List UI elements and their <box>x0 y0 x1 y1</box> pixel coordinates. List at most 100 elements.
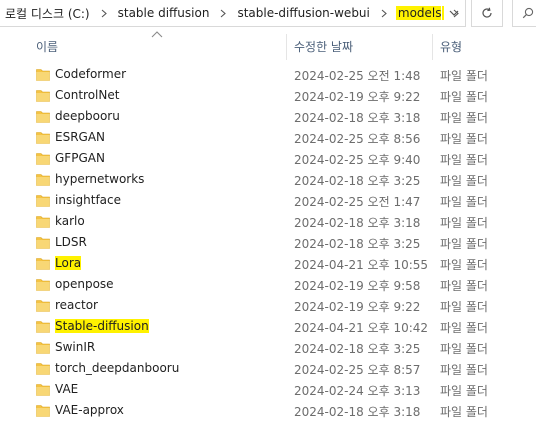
file-name[interactable]: LDSR <box>55 235 87 249</box>
file-name[interactable]: Lora <box>55 256 82 270</box>
file-type: 파일 폴더 <box>440 111 488 125</box>
file-date: 2024-02-18 오후 3:25 <box>294 342 421 356</box>
column-header-type[interactable]: 유형 <box>440 30 536 62</box>
folder-icon <box>36 174 50 186</box>
file-type: 파일 폴더 <box>440 90 488 104</box>
folder-icon <box>36 363 50 375</box>
file-row[interactable]: VAE 2024-02-24 오후 3:13 파일 폴더 <box>0 380 536 401</box>
file-name[interactable]: Codeformer <box>55 67 126 81</box>
file-row[interactable]: reactor 2024-02-19 오후 9:22 파일 폴더 <box>0 296 536 317</box>
file-row[interactable]: ControlNet 2024-02-19 오후 9:22 파일 폴더 <box>0 86 536 107</box>
file-type: 파일 폴더 <box>440 237 488 251</box>
folder-icon <box>36 300 50 312</box>
file-type: 파일 폴더 <box>440 258 488 272</box>
file-name[interactable]: deepbooru <box>55 109 120 123</box>
search-icon <box>522 7 533 19</box>
file-row[interactable]: insightface 2024-02-25 오전 1:47 파일 폴더 <box>0 191 536 212</box>
file-name[interactable]: GFPGAN <box>55 151 105 165</box>
file-date: 2024-02-19 오후 9:58 <box>294 279 421 293</box>
breadcrumb-separator-chevron-icon[interactable] <box>215 5 231 21</box>
file-row[interactable]: hypernetworks 2024-02-18 오후 3:25 파일 폴더 <box>0 170 536 191</box>
address-history-dropdown[interactable] <box>441 0 465 26</box>
file-name[interactable]: hypernetworks <box>55 172 144 186</box>
file-date: 2024-04-21 오후 10:55 <box>294 258 429 272</box>
file-date: 2024-02-18 오후 3:18 <box>294 111 421 125</box>
file-type: 파일 폴더 <box>440 174 488 188</box>
file-type: 파일 폴더 <box>440 342 488 356</box>
breadcrumb-item[interactable]: models <box>395 6 444 20</box>
column-divider[interactable] <box>432 34 433 60</box>
file-type: 파일 폴더 <box>440 384 488 398</box>
file-row[interactable]: ESRGAN 2024-02-25 오후 8:56 파일 폴더 <box>0 128 536 149</box>
breadcrumb-item[interactable]: 로컬 디스크 (C:) <box>3 5 92 22</box>
file-name[interactable]: insightface <box>55 193 121 207</box>
file-type: 파일 폴더 <box>440 216 488 230</box>
file-row[interactable]: deepbooru 2024-02-18 오후 3:18 파일 폴더 <box>0 107 536 128</box>
file-row[interactable]: torch_deepdanbooru 2024-02-25 오후 8:57 파일 폴… <box>0 359 536 380</box>
folder-icon <box>36 279 50 291</box>
file-date: 2024-02-25 오전 1:47 <box>294 195 421 209</box>
search-box[interactable] <box>512 0 536 27</box>
file-row[interactable]: GFPGAN 2024-02-25 오후 9:40 파일 폴더 <box>0 149 536 170</box>
file-row[interactable]: Codeformer 2024-02-25 오전 1:48 파일 폴더 <box>0 65 536 86</box>
address-bar[interactable]: 로컬 디스크 (C:) stable diffusion stable-diffus… <box>0 0 466 27</box>
file-row[interactable]: karlo 2024-02-18 오후 3:18 파일 폴더 <box>0 212 536 233</box>
refresh-button[interactable] <box>471 0 503 27</box>
file-name[interactable]: openpose <box>55 277 114 291</box>
file-type: 파일 폴더 <box>440 153 488 167</box>
file-name[interactable]: karlo <box>55 214 85 228</box>
folder-icon <box>36 195 50 207</box>
folder-icon <box>36 111 50 123</box>
file-date: 2024-02-18 오후 3:18 <box>294 216 421 230</box>
file-date: 2024-04-21 오후 10:42 <box>294 321 429 335</box>
refresh-icon <box>482 7 492 18</box>
breadcrumb: 로컬 디스크 (C:) stable diffusion stable-diffus… <box>0 0 468 26</box>
file-date: 2024-02-25 오전 1:48 <box>294 69 421 83</box>
breadcrumb-item[interactable]: stable-diffusion-webui <box>235 6 371 20</box>
breadcrumb-separator-chevron-icon[interactable] <box>376 5 392 21</box>
column-header-name[interactable]: 이름 <box>36 30 286 62</box>
file-name[interactable]: Stable-diffusion <box>55 319 149 333</box>
folder-icon <box>36 132 50 144</box>
file-name[interactable]: VAE <box>55 382 78 396</box>
column-header-date[interactable]: 수정한 날짜 <box>294 30 432 62</box>
file-type: 파일 폴더 <box>440 195 488 209</box>
file-row[interactable]: openpose 2024-02-19 오후 9:58 파일 폴더 <box>0 275 536 296</box>
file-name[interactable]: ESRGAN <box>55 130 105 144</box>
file-date: 2024-02-25 오후 8:57 <box>294 363 421 377</box>
file-type: 파일 폴더 <box>440 405 488 419</box>
file-row[interactable]: Lora 2024-04-21 오후 10:55 파일 폴더 <box>0 254 536 275</box>
file-name[interactable]: torch_deepdanbooru <box>55 361 179 375</box>
folder-icon <box>36 258 50 270</box>
file-type: 파일 폴더 <box>440 69 488 83</box>
file-date: 2024-02-18 오후 3:25 <box>294 237 421 251</box>
file-type: 파일 폴더 <box>440 363 488 377</box>
file-name[interactable]: SwinIR <box>55 340 95 354</box>
file-name[interactable]: reactor <box>55 298 98 312</box>
address-bar-row: 로컬 디스크 (C:) stable diffusion stable-diffus… <box>0 0 536 28</box>
file-date: 2024-02-19 오후 9:22 <box>294 300 421 314</box>
folder-icon <box>36 405 50 417</box>
file-row[interactable]: Stable-diffusion 2024-04-21 오후 10:42 파일 폴더 <box>0 317 536 338</box>
file-date: 2024-02-18 오후 3:25 <box>294 174 421 188</box>
file-name[interactable]: ControlNet <box>55 88 119 102</box>
file-row[interactable]: SwinIR 2024-02-18 오후 3:25 파일 폴더 <box>0 338 536 359</box>
column-header: 이름 수정한 날짜 유형 <box>0 30 536 62</box>
file-row[interactable]: LDSR 2024-02-18 오후 3:25 파일 폴더 <box>0 233 536 254</box>
file-type: 파일 폴더 <box>440 279 488 293</box>
breadcrumb-separator-chevron-icon[interactable] <box>96 5 112 21</box>
breadcrumb-item[interactable]: stable diffusion <box>116 6 212 20</box>
column-divider[interactable] <box>286 34 287 60</box>
folder-icon <box>36 237 50 249</box>
folder-icon <box>36 69 50 81</box>
folder-icon <box>36 153 50 165</box>
file-row[interactable]: VAE-approx 2024-02-18 오후 3:18 파일 폴더 <box>0 401 536 422</box>
file-type: 파일 폴더 <box>440 321 488 335</box>
folder-icon <box>36 321 50 333</box>
folder-icon <box>36 90 50 102</box>
file-name[interactable]: VAE-approx <box>55 403 124 417</box>
file-date: 2024-02-25 오후 8:56 <box>294 132 421 146</box>
chevron-down-icon <box>449 10 458 16</box>
file-type: 파일 폴더 <box>440 132 488 146</box>
folder-icon <box>36 384 50 396</box>
